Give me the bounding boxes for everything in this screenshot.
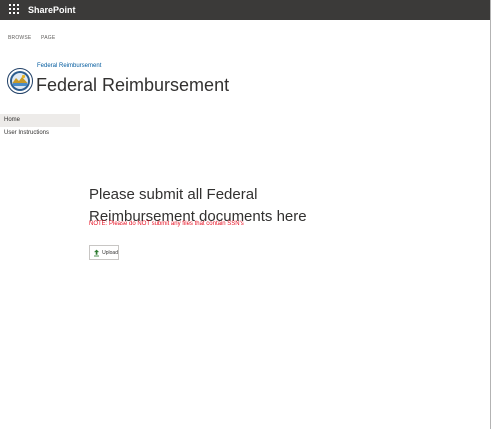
quick-launch-nav: Home User Instructions [0, 114, 80, 140]
site-logo-seal-icon[interactable] [7, 68, 33, 94]
tab-page[interactable]: PAGE [41, 35, 55, 41]
site-title[interactable]: Federal Reimbursement [36, 73, 229, 97]
suite-bar: SharePoint [0, 0, 490, 20]
upload-button[interactable]: Upload [89, 245, 119, 260]
page-edge-divider [490, 0, 491, 429]
ribbon-tabs: BROWSE PAGE [8, 35, 63, 41]
tab-browse[interactable]: BROWSE [8, 35, 31, 41]
upload-button-label: Upload [102, 249, 118, 256]
site-breadcrumb-link[interactable]: Federal Reimbursement [37, 63, 101, 69]
nav-item-home[interactable]: Home [0, 114, 80, 127]
nav-item-user-instructions[interactable]: User Instructions [0, 127, 80, 140]
app-launcher-waffle-icon[interactable] [9, 4, 21, 16]
ssn-warning-note: NOTE: Please do NOT submit any files tha… [89, 221, 244, 227]
app-name[interactable]: SharePoint [28, 4, 76, 16]
upload-arrow-icon [94, 249, 100, 256]
sharepoint-page: SharePoint BROWSE PAGE Federal Reimburse… [0, 0, 490, 429]
